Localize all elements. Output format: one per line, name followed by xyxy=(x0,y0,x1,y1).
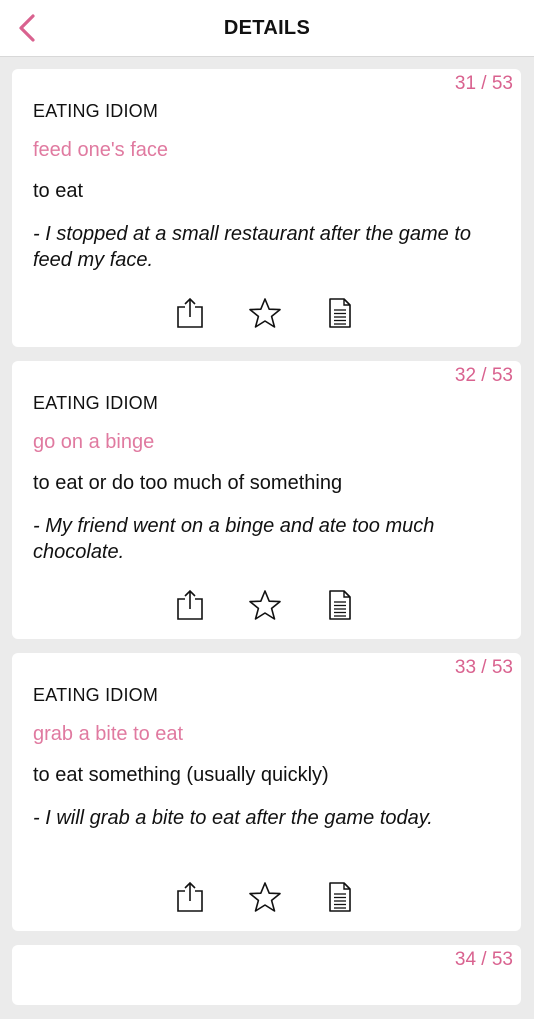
notes-button[interactable] xyxy=(322,879,358,915)
idiom-example: - I stopped at a small restaurant after … xyxy=(33,223,472,271)
card-category: EATING IDIOM xyxy=(33,101,159,121)
idiom-card: 34 / 53 xyxy=(12,945,521,1005)
document-icon xyxy=(329,590,351,620)
star-icon xyxy=(249,882,281,912)
card-category: EATING IDIOM xyxy=(33,685,159,705)
idiom-card: 32 / 53 EATING IDIOM go on a binge to ea… xyxy=(12,361,521,639)
idiom-meaning: to eat something (usually quickly) xyxy=(33,764,329,786)
idiom-meaning: to eat xyxy=(33,180,84,202)
favorite-button[interactable] xyxy=(247,879,283,915)
page-title: DETAILS xyxy=(223,17,311,39)
favorite-button[interactable] xyxy=(247,295,283,331)
share-icon xyxy=(177,589,203,620)
card-counter: 32 / 53 xyxy=(454,365,513,386)
idiom-card: 33 / 53 EATING IDIOM grab a bite to eat … xyxy=(12,653,521,931)
card-actions xyxy=(12,587,521,623)
notes-button[interactable] xyxy=(322,587,358,623)
idiom-example: - I will grab a bite to eat after the ga… xyxy=(33,807,433,829)
idiom-example: - My friend went on a binge and ate too … xyxy=(33,515,435,563)
share-button[interactable] xyxy=(172,879,208,915)
idiom-meaning: to eat or do too much of something xyxy=(33,472,343,494)
idiom-list[interactable]: 31 / 53 EATING IDIOM feed one's face to … xyxy=(12,69,521,1019)
favorite-button[interactable] xyxy=(247,587,283,623)
share-icon xyxy=(177,297,203,328)
document-icon xyxy=(329,298,351,328)
star-icon xyxy=(249,590,281,620)
idiom-phrase: grab a bite to eat xyxy=(33,723,184,745)
card-counter: 31 / 53 xyxy=(454,73,513,94)
idiom-phrase: go on a binge xyxy=(33,431,155,453)
star-icon xyxy=(249,298,281,328)
card-category: EATING IDIOM xyxy=(33,393,159,413)
card-counter: 33 / 53 xyxy=(454,657,513,678)
share-button[interactable] xyxy=(172,295,208,331)
idiom-card: 31 / 53 EATING IDIOM feed one's face to … xyxy=(12,69,521,347)
idiom-phrase: feed one's face xyxy=(33,139,169,161)
share-button[interactable] xyxy=(172,587,208,623)
card-actions xyxy=(12,879,521,915)
document-icon xyxy=(329,882,351,912)
card-counter: 34 / 53 xyxy=(454,949,513,970)
notes-button[interactable] xyxy=(322,295,358,331)
navigation-bar: DETAILS xyxy=(0,0,534,57)
card-actions xyxy=(12,295,521,331)
share-icon xyxy=(177,881,203,912)
